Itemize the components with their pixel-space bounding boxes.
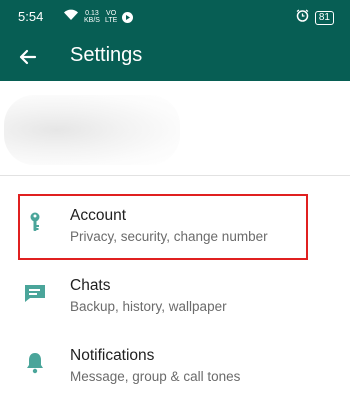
network-speed-value: 0.13 [85,10,99,17]
status-time: 5:54 [18,9,44,24]
menu-subtitle-chats: Backup, history, wallpaper [70,299,227,314]
alarm-icon [296,9,309,27]
page-title: Settings [70,44,143,66]
status-icons: 0.13 KB/S VO LTE [63,8,134,26]
battery-indicator: 81 [314,11,334,25]
menu-item-chats[interactable]: Chats Backup, history, wallpaper [0,265,350,335]
wifi-icon [63,8,79,26]
status-right: 81 [296,9,334,27]
network-speed: 0.13 KB/S [84,10,100,24]
highlight-box [18,194,308,260]
app-bar: Settings [0,33,350,81]
profile-blurred [4,95,180,165]
menu-title-notifications: Notifications [70,347,155,364]
volte-line2: LTE [104,17,118,24]
chat-icon [22,280,48,306]
status-bar: 5:54 0.13 KB/S VO LTE 81 [0,0,350,33]
play-icon [122,11,134,23]
network-speed-unit: KB/S [84,17,100,24]
volte-indicator: VO LTE [105,10,117,24]
menu-title-chats: Chats [70,277,111,294]
profile-section[interactable] [0,81,350,176]
back-button[interactable] [14,43,42,71]
bell-icon [22,350,48,376]
menu-item-notifications[interactable]: Notifications Message, group & call tone… [0,335,350,404]
menu-subtitle-notifications: Message, group & call tones [70,369,241,384]
arrow-left-icon [19,49,37,65]
volte-line1: VO [106,10,117,17]
